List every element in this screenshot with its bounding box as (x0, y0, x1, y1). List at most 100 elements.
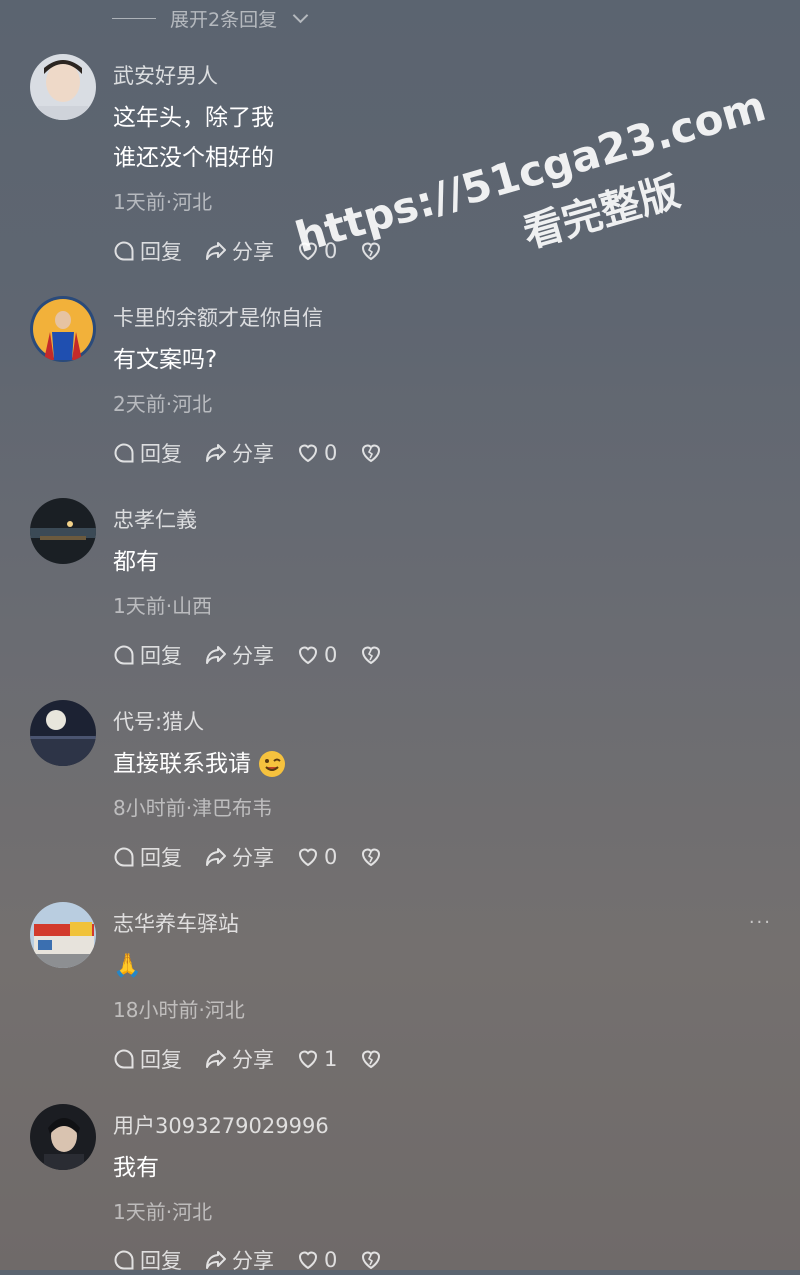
dislike-button[interactable] (359, 1248, 383, 1272)
comment-actions: 回复 分享 0 (112, 842, 405, 872)
reply-icon (114, 443, 134, 463)
reply-label: 回复 (140, 240, 182, 264)
share-label: 分享 (232, 644, 274, 668)
like-count: 0 (324, 1248, 338, 1272)
heart-icon (298, 848, 318, 867)
username[interactable]: 代号:猎人 (113, 706, 204, 736)
share-button[interactable]: 分享 (204, 640, 274, 670)
broken-heart-icon (362, 242, 381, 261)
username[interactable]: 忠孝仁義 (113, 504, 197, 534)
share-button[interactable]: 分享 (204, 1044, 274, 1074)
reply-label: 回复 (140, 1249, 182, 1273)
dislike-button[interactable] (359, 441, 383, 465)
broken-heart-icon (362, 1050, 381, 1069)
reply-icon (114, 645, 134, 665)
reply-button[interactable]: 回复 (112, 640, 182, 670)
avatar[interactable] (30, 296, 96, 362)
comment-actions: 回复 分享 0 (112, 438, 405, 468)
username[interactable]: 卡里的余额才是你自信 (113, 302, 323, 332)
like-button[interactable]: 0 (296, 239, 337, 263)
heart-icon (298, 646, 318, 665)
like-button[interactable]: 1 (296, 1047, 337, 1071)
avatar[interactable] (30, 902, 96, 968)
reply-label: 回复 (140, 846, 182, 870)
like-count: 0 (324, 845, 338, 869)
like-count: 0 (324, 441, 338, 465)
broken-heart-icon (362, 444, 381, 463)
expand-replies-label: 展开2条回复 (170, 8, 278, 31)
comment-text: 有文案吗? (113, 340, 217, 380)
share-label: 分享 (232, 1249, 274, 1273)
dislike-button[interactable] (359, 845, 383, 869)
heart-icon (298, 242, 318, 261)
dislike-button[interactable] (359, 1047, 383, 1071)
share-button[interactable]: 分享 (204, 438, 274, 468)
like-button[interactable]: 0 (296, 643, 337, 667)
reply-button[interactable]: 回复 (112, 1245, 182, 1275)
reply-icon (114, 847, 134, 867)
reply-button[interactable]: 回复 (112, 438, 182, 468)
username[interactable]: 志华养车驿站 (113, 908, 239, 938)
comment-text-line: 这年头，除了我 (113, 105, 274, 131)
comment-text-line: 有文案吗? (113, 347, 218, 373)
comment-item: 用户3093279029996 我有 1天前·河北 回复 分享 0 (0, 1104, 800, 1273)
comment-text: 我有 (113, 1148, 159, 1188)
broken-heart-icon (362, 1251, 381, 1270)
username[interactable]: 武安好男人 (113, 60, 218, 90)
share-icon (206, 646, 226, 664)
comment-text-content: 直接联系我请 (113, 751, 251, 777)
comment-item: 志华养车驿站 ··· 🙏 18小时前·河北 回复 分享 1 (0, 902, 800, 1082)
share-icon (206, 848, 226, 866)
comment-text-line: 都有 (113, 549, 159, 575)
avatar[interactable] (30, 54, 96, 120)
like-button[interactable]: 0 (296, 845, 337, 869)
expand-replies-button[interactable]: 展开2条回复 (112, 4, 309, 32)
broken-heart-icon (362, 646, 381, 665)
comment-text: 都有 (113, 542, 159, 582)
username[interactable]: 用户3093279029996 (113, 1110, 329, 1140)
share-icon (206, 444, 226, 462)
share-label: 分享 (232, 1048, 274, 1072)
share-icon (206, 1251, 226, 1269)
comment-text-line: 谁还没个相好的 (113, 145, 274, 171)
reply-label: 回复 (140, 1048, 182, 1072)
comment-actions: 回复 分享 1 (112, 1044, 405, 1074)
more-options-button[interactable]: ··· (749, 912, 772, 933)
heart-icon (298, 1050, 318, 1069)
comment-actions: 回复 分享 0 (112, 640, 405, 670)
reply-icon (114, 1049, 134, 1069)
chevron-down-icon (292, 7, 309, 23)
avatar[interactable] (30, 700, 96, 766)
like-count: 1 (324, 1047, 338, 1071)
dislike-button[interactable] (359, 643, 383, 667)
comment-meta: 2天前·河北 (113, 392, 213, 416)
comment-meta: 1天前·河北 (113, 1200, 213, 1224)
avatar[interactable] (30, 498, 96, 564)
share-button[interactable]: 分享 (204, 236, 274, 266)
share-icon (206, 242, 226, 260)
comment-meta: 8小时前·津巴布韦 (113, 796, 273, 820)
like-button[interactable]: 0 (296, 441, 337, 465)
broken-heart-icon (362, 848, 381, 867)
comment-item: 代号:猎人 直接联系我请 8小时前·津巴布韦 回复 分享 0 (0, 700, 800, 880)
share-label: 分享 (232, 846, 274, 870)
comment-text-line: 我有 (113, 1155, 159, 1181)
dislike-button[interactable] (359, 239, 383, 263)
share-button[interactable]: 分享 (204, 842, 274, 872)
share-label: 分享 (232, 442, 274, 466)
wink-emoji-icon (259, 751, 285, 777)
reply-icon (114, 1250, 134, 1270)
comment-item: 武安好男人 这年头，除了我 谁还没个相好的 1天前·河北 回复 分享 0 (0, 54, 800, 269)
heart-icon (298, 444, 318, 463)
reply-button[interactable]: 回复 (112, 842, 182, 872)
heart-icon (298, 1251, 318, 1270)
share-button[interactable]: 分享 (204, 1245, 274, 1275)
share-label: 分享 (232, 240, 274, 264)
reply-button[interactable]: 回复 (112, 1044, 182, 1074)
comment-text: 直接联系我请 (113, 744, 287, 784)
comment-meta: 18小时前·河北 (113, 998, 245, 1022)
comment-item: 卡里的余额才是你自信 有文案吗? 2天前·河北 回复 分享 0 (0, 296, 800, 476)
avatar[interactable] (30, 1104, 96, 1170)
like-button[interactable]: 0 (296, 1248, 337, 1272)
reply-button[interactable]: 回复 (112, 236, 182, 266)
